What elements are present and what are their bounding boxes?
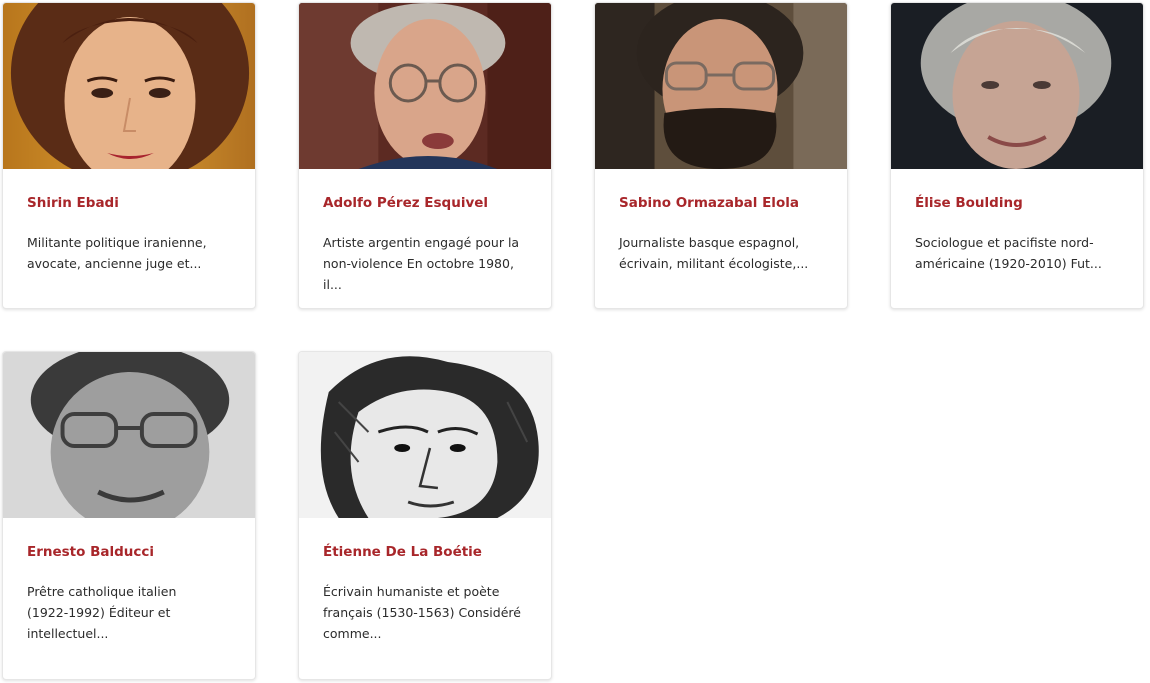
person-description: Prêtre catholique italien (1922-1992) Édi… [27,584,177,641]
person-card[interactable]: Étienne De La Boétie Écrivain humaniste … [298,351,552,680]
person-name[interactable]: Étienne De La Boétie [323,544,527,561]
person-photo[interactable] [595,3,847,169]
person-photo[interactable] [299,3,551,169]
person-card[interactable]: Élise Boulding Sociologue et pacifiste n… [890,2,1144,309]
person-photo[interactable] [3,352,255,518]
person-description: Artiste argentin engagé pour la non-viole… [323,235,520,292]
person-photo[interactable] [299,352,551,518]
person-description: Écrivain humaniste et poète français (153… [323,584,521,641]
person-name[interactable]: Adolfo Pérez Esquivel [323,195,527,212]
person-photo[interactable] [3,3,255,169]
person-card[interactable]: Shirin Ebadi Militante politique iranien… [2,2,256,309]
people-grid: Shirin Ebadi Militante politique iranien… [0,0,1150,683]
person-photo[interactable] [891,3,1143,169]
person-name[interactable]: Élise Boulding [915,195,1119,212]
person-name[interactable]: Sabino Ormazabal Elola [619,195,823,212]
person-name[interactable]: Shirin Ebadi [27,195,231,212]
person-name[interactable]: Ernesto Balducci [27,544,231,561]
person-card[interactable]: Ernesto Balducci Prêtre catholique itali… [2,351,256,680]
person-card[interactable]: Sabino Ormazabal Elola Journaliste basqu… [594,2,848,309]
person-description: Militante politique iranienne, avocate, a… [27,235,207,271]
person-description: Sociologue et pacifiste nord-américaine … [915,235,1102,271]
person-card[interactable]: Adolfo Pérez Esquivel Artiste argentin e… [298,2,552,309]
person-description: Journaliste basque espagnol, écrivain, mi… [619,235,809,271]
